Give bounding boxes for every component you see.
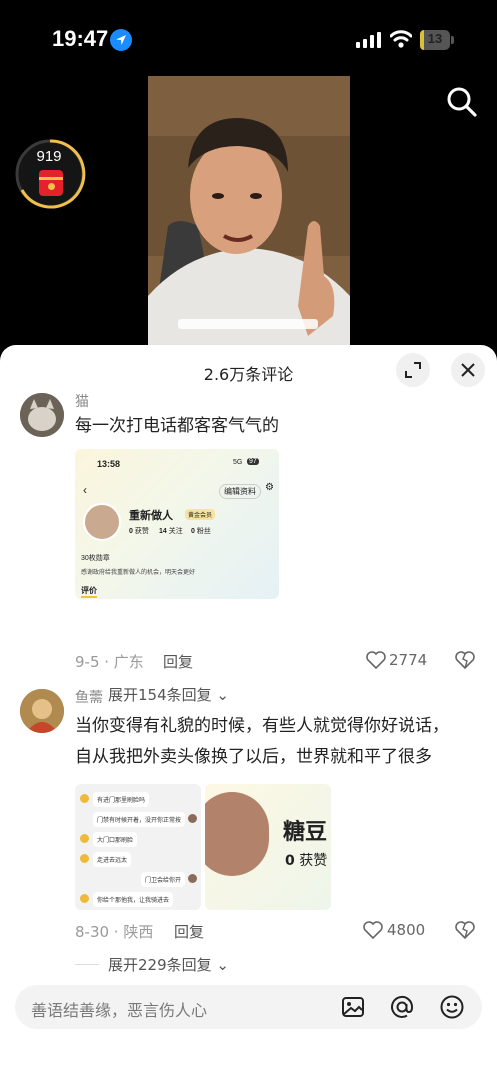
emoji-icon[interactable] bbox=[439, 994, 465, 1020]
comment-sheet: 2.6万条评论 猫 每一次打电话都客客气气的 13:58 5G 97 ‹ 编辑资… bbox=[0, 345, 497, 1080]
comment-input-bar[interactable]: 善语结善缘，恶言伤人心 bbox=[15, 985, 482, 1029]
comment-date-location: 8-30 · 陕西 bbox=[75, 923, 154, 941]
avatar[interactable] bbox=[20, 393, 64, 437]
username[interactable]: 猫 bbox=[75, 391, 89, 411]
wifi-icon bbox=[390, 30, 412, 48]
chat-bubble: 大门口那刷脸 bbox=[93, 832, 138, 847]
reply-button[interactable]: 回复 bbox=[174, 921, 204, 942]
coin-reward-widget[interactable]: 919 bbox=[14, 138, 86, 210]
image-stat-followers: 0 粉丝 bbox=[191, 528, 211, 535]
image-gear-icon: ⚙ bbox=[265, 482, 274, 493]
coin-count: 919 bbox=[36, 148, 62, 165]
image-stat-following: 14 关注 bbox=[159, 528, 183, 535]
cat-avatar-image bbox=[20, 393, 64, 437]
image-picker-icon[interactable] bbox=[340, 994, 366, 1020]
profile-photo bbox=[205, 792, 269, 876]
buddha-avatar-image bbox=[20, 689, 64, 733]
chat-bubble: 你给个那他我，让我骑进去 bbox=[93, 892, 174, 907]
profile-screenshot-image[interactable]: 糖豆 0 获赞 bbox=[205, 784, 331, 910]
image-edit-profile: 编辑资料 bbox=[219, 484, 261, 499]
comment-date-location: 9-5 · 广东 bbox=[75, 653, 144, 671]
comment-text-line-1: 当你变得有礼貌的时候，有些人就觉得你好说话， bbox=[75, 716, 449, 736]
fullscreen-button[interactable] bbox=[396, 353, 430, 387]
battery-percent: 13 bbox=[427, 31, 443, 46]
cellular-signal-icon bbox=[356, 32, 381, 48]
comment-text: 当你变得有礼貌的时候，有些人就觉得你好说话， 自从我把外卖头像换了以后，世界就和… bbox=[75, 711, 475, 773]
like-count: 2774 bbox=[389, 651, 428, 669]
close-icon bbox=[461, 363, 475, 377]
image-tab: 评价 bbox=[81, 585, 97, 598]
location-arrow-icon bbox=[110, 29, 132, 51]
image-avatar bbox=[83, 503, 121, 541]
close-button[interactable] bbox=[451, 353, 485, 387]
status-time: 19:47 bbox=[52, 26, 109, 51]
chat-avatar bbox=[80, 794, 89, 803]
chat-avatar bbox=[80, 854, 89, 863]
comment-input-placeholder[interactable]: 善语结善缘，恶言伤人心 bbox=[31, 997, 207, 1021]
status-bar: 19:47 13 bbox=[0, 0, 497, 80]
chat-avatar bbox=[188, 874, 197, 883]
chat-screenshot-image[interactable]: 有进门那里刷脸吗门禁有时候开着，没开你正常按 大门口那刷脸 走进去远太 门卫会给你开你… bbox=[75, 784, 201, 910]
red-envelope-icon bbox=[39, 170, 63, 196]
image-member-badge: 黄金会员 bbox=[185, 509, 216, 520]
chat-avatar bbox=[188, 814, 197, 823]
search-icon bbox=[447, 87, 477, 117]
comment-item: 猫 每一次打电话都客客气气的 13:58 5G 97 ‹ 编辑资料 ⚙ 重新做人… bbox=[0, 389, 497, 704]
chat-bubble: 门禁有时候开着，没开你正常按 bbox=[92, 812, 185, 827]
image-signal: 5G bbox=[233, 459, 243, 466]
divider bbox=[75, 964, 99, 965]
image-profile-name: 重新做人 bbox=[129, 510, 173, 522]
comment-text: 每一次打电话都客客气气的 bbox=[75, 416, 279, 436]
comment-item: 鱼薷 当你变得有礼貌的时候，有些人就觉得你好说话， 自从我把外卖头像换了以后，世… bbox=[0, 685, 497, 985]
battery-icon: 13 bbox=[420, 30, 454, 50]
video-player[interactable] bbox=[148, 76, 350, 348]
search-button[interactable] bbox=[444, 84, 480, 120]
image-stat-likes: 0 获赞 bbox=[129, 528, 149, 535]
image-back-chevron: ‹ bbox=[83, 483, 87, 497]
broken-heart-icon[interactable] bbox=[455, 651, 475, 669]
comment-text-line-2: 自从我把外卖头像换了以后，世界就和平了很多 bbox=[75, 747, 432, 767]
image-time: 13:58 bbox=[97, 459, 121, 469]
broken-heart-icon[interactable] bbox=[455, 921, 475, 939]
expand-arrows-icon bbox=[405, 362, 421, 378]
chat-bubble: 有进门那里刷脸吗 bbox=[93, 792, 150, 807]
reply-button[interactable]: 回复 bbox=[163, 651, 193, 672]
profile-stat: 0 获赞 bbox=[285, 853, 328, 869]
heart-icon[interactable] bbox=[363, 921, 383, 939]
chat-avatar bbox=[80, 834, 89, 843]
mention-at-icon[interactable] bbox=[389, 994, 415, 1020]
chat-avatar bbox=[80, 894, 89, 903]
image-bio: 感谢政府给我重新做人的机会，明天会更好 bbox=[81, 570, 196, 576]
chat-bubble: 门卫会给你开 bbox=[140, 872, 185, 887]
expand-replies[interactable]: 展开229条回复 ⌄ bbox=[75, 954, 275, 974]
like-count: 4800 bbox=[387, 921, 426, 939]
video-frame bbox=[148, 76, 350, 348]
image-medals: 30枚勋章 bbox=[81, 555, 110, 562]
heart-icon[interactable] bbox=[366, 651, 386, 669]
avatar[interactable] bbox=[20, 689, 64, 733]
image-battery: 97 bbox=[247, 458, 259, 465]
profile-name: 糖豆 bbox=[283, 820, 328, 845]
comment-image[interactable]: 13:58 5G 97 ‹ 编辑资料 ⚙ 重新做人 黄金会员 0 获赞 14 关… bbox=[75, 449, 279, 599]
chat-bubble: 走进去远太 bbox=[93, 852, 132, 867]
username[interactable]: 鱼薷 bbox=[75, 687, 103, 707]
expand-replies-label: 展开229条回复 ⌄ bbox=[108, 956, 229, 974]
